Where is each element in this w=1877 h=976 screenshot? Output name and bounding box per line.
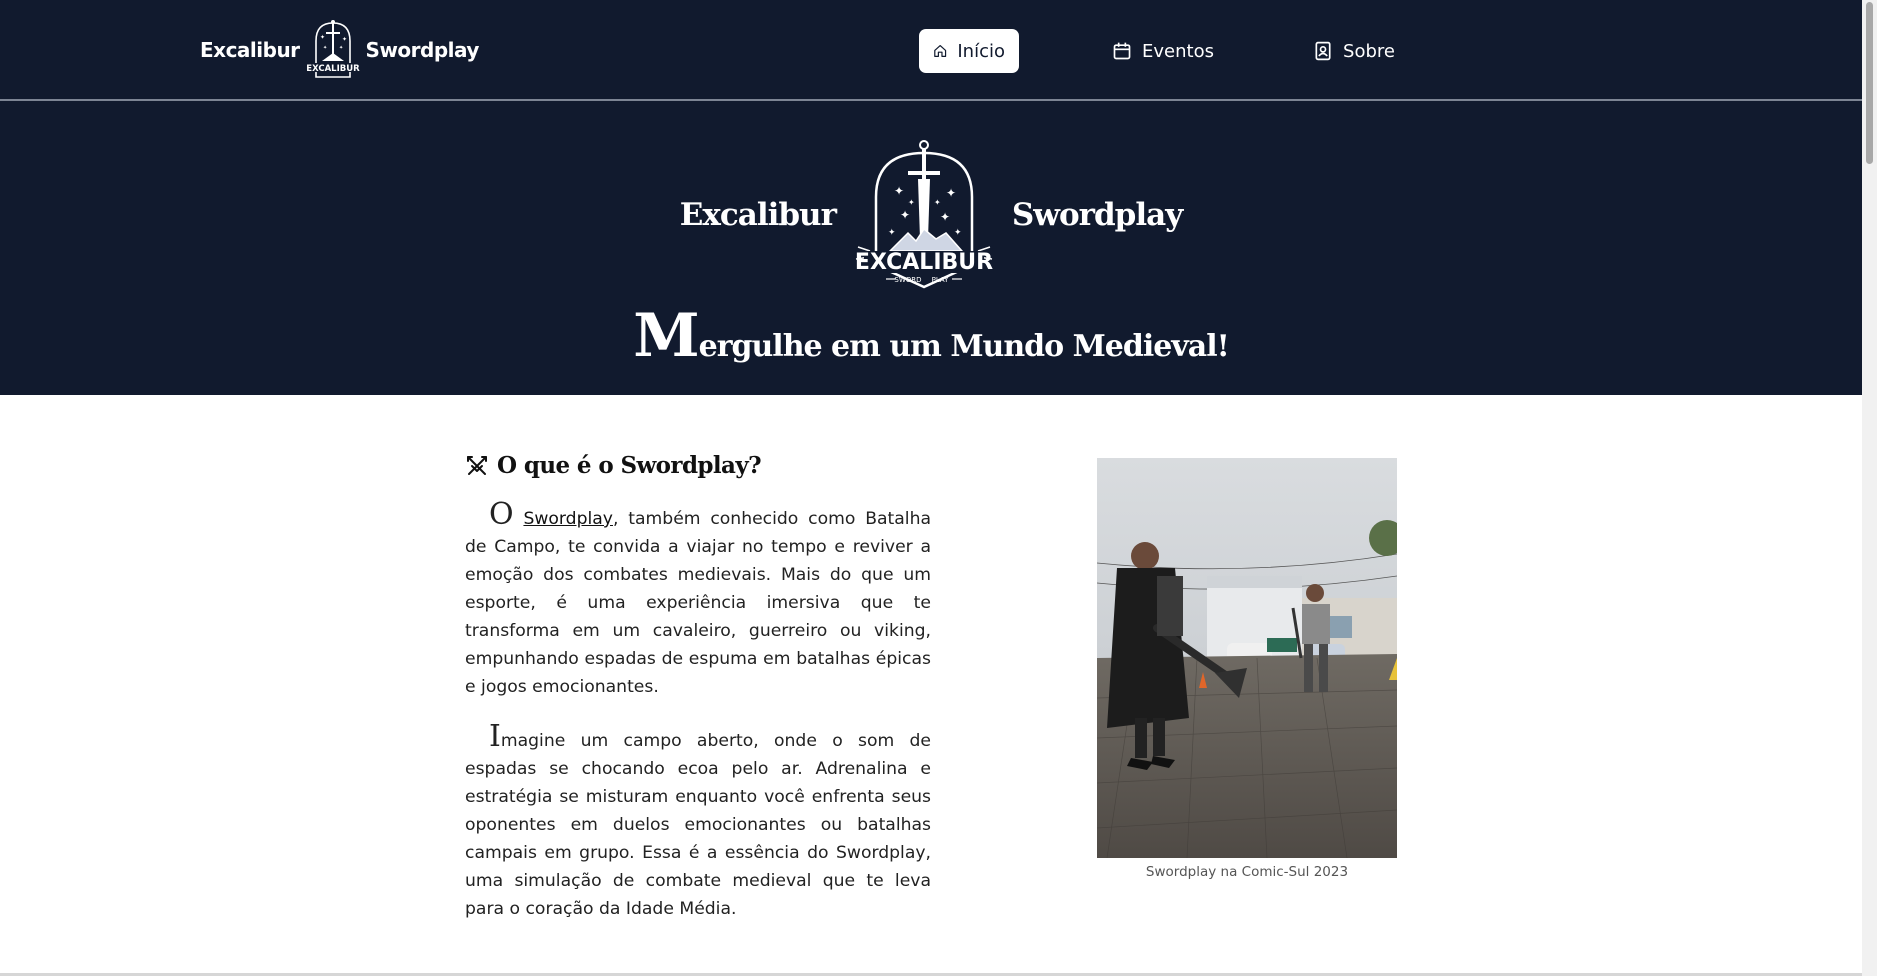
svg-text:✦: ✦	[323, 45, 327, 51]
page: Excalibur EXCALIBUR ✦ ✦ ✦ ✦ Swordplay In…	[0, 0, 1862, 976]
nav-brand[interactable]: Excalibur EXCALIBUR ✦ ✦ ✦ ✦ Swordplay	[200, 18, 479, 82]
excalibur-logo-icon: EXCALIBUR ✦ ✦ ✦ ✦	[306, 20, 360, 78]
navbar: Excalibur EXCALIBUR ✦ ✦ ✦ ✦ Swordplay In…	[0, 0, 1862, 101]
swordplay-photo	[1097, 458, 1397, 858]
nav-link-label: Eventos	[1142, 40, 1214, 62]
nav-brand-left: Excalibur	[200, 38, 300, 62]
nav-link-sobre[interactable]: Sobre	[1299, 29, 1409, 73]
svg-text:✦: ✦	[888, 227, 896, 237]
svg-text:✦: ✦	[934, 198, 941, 207]
scrollbar[interactable]	[1862, 0, 1877, 976]
svg-text:✦: ✦	[954, 227, 962, 237]
paragraph-1-text: , também conhecido como Batalha de Campo…	[465, 509, 931, 697]
hero-title: Mergulhe em um Mundo Medieval!	[0, 306, 1862, 366]
hero-title-rest: ergulhe em um Mundo Medieval!	[698, 329, 1230, 364]
scrollbar-thumb[interactable]	[1866, 2, 1873, 164]
nav-link-inicio[interactable]: Início	[919, 29, 1019, 73]
svg-text:✦: ✦	[900, 208, 910, 222]
emblem-sub-left: SWORD	[894, 276, 921, 284]
hero-brand-right: Swordplay	[1011, 197, 1183, 233]
svg-text:✦: ✦	[342, 36, 347, 43]
section-title: O que é o Swordplay?	[497, 452, 762, 479]
nav-link-label: Sobre	[1343, 40, 1395, 62]
svg-text:✦: ✦	[320, 34, 325, 41]
nav-link-eventos[interactable]: Eventos	[1098, 29, 1228, 73]
contact-icon	[1315, 41, 1331, 61]
section-heading: O que é o Swordplay?	[465, 452, 931, 479]
svg-text:✦: ✦	[940, 210, 950, 224]
svg-text:✦: ✦	[946, 186, 956, 200]
hero-banner: Excalibur ✦ ✦ ✦ ✦ ✦ ✦ ✦ ✦ EXCALIBUR SWORD	[0, 101, 1862, 395]
hero-title-initial: M	[633, 301, 699, 371]
photo-caption: Swordplay na Comic-Sul 2023	[1145, 864, 1349, 880]
excalibur-emblem-icon: ✦ ✦ ✦ ✦ ✦ ✦ ✦ ✦ EXCALIBUR SWORD PLAY	[855, 140, 993, 289]
svg-text:✦: ✦	[908, 198, 915, 207]
crossed-swords-icon	[467, 455, 487, 475]
emblem-sub-right: PLAY	[932, 276, 950, 284]
paragraph-2: Imagine um campo aberto, onde o som de e…	[465, 722, 931, 923]
hero-brand: Excalibur ✦ ✦ ✦ ✦ ✦ ✦ ✦ ✦ EXCALIBUR SWORD	[0, 139, 1862, 291]
paragraph-1-initial: O	[489, 497, 514, 532]
paragraph-1: O Swordplay, também conhecido como Batal…	[465, 500, 931, 701]
emblem-text: EXCALIBUR	[855, 250, 993, 275]
swordplay-link[interactable]: Swordplay	[523, 509, 613, 529]
svg-text:✦: ✦	[894, 184, 904, 198]
about-section: O que é o Swordplay? O Swordplay, também…	[465, 452, 931, 949]
hero-brand-left: Excalibur	[679, 197, 837, 233]
calendar-icon	[1113, 42, 1131, 60]
svg-text:EXCALIBUR: EXCALIBUR	[306, 64, 360, 74]
svg-text:✦: ✦	[339, 45, 343, 51]
nav-brand-right: Swordplay	[365, 38, 480, 62]
paragraph-2-text: magine um campo aberto, onde o som de es…	[465, 731, 931, 919]
photo-figure: Swordplay na Comic-Sul 2023	[1097, 458, 1397, 880]
home-icon	[934, 45, 947, 57]
nav-link-label: Início	[957, 40, 1005, 62]
paragraph-2-initial: I	[489, 719, 501, 754]
